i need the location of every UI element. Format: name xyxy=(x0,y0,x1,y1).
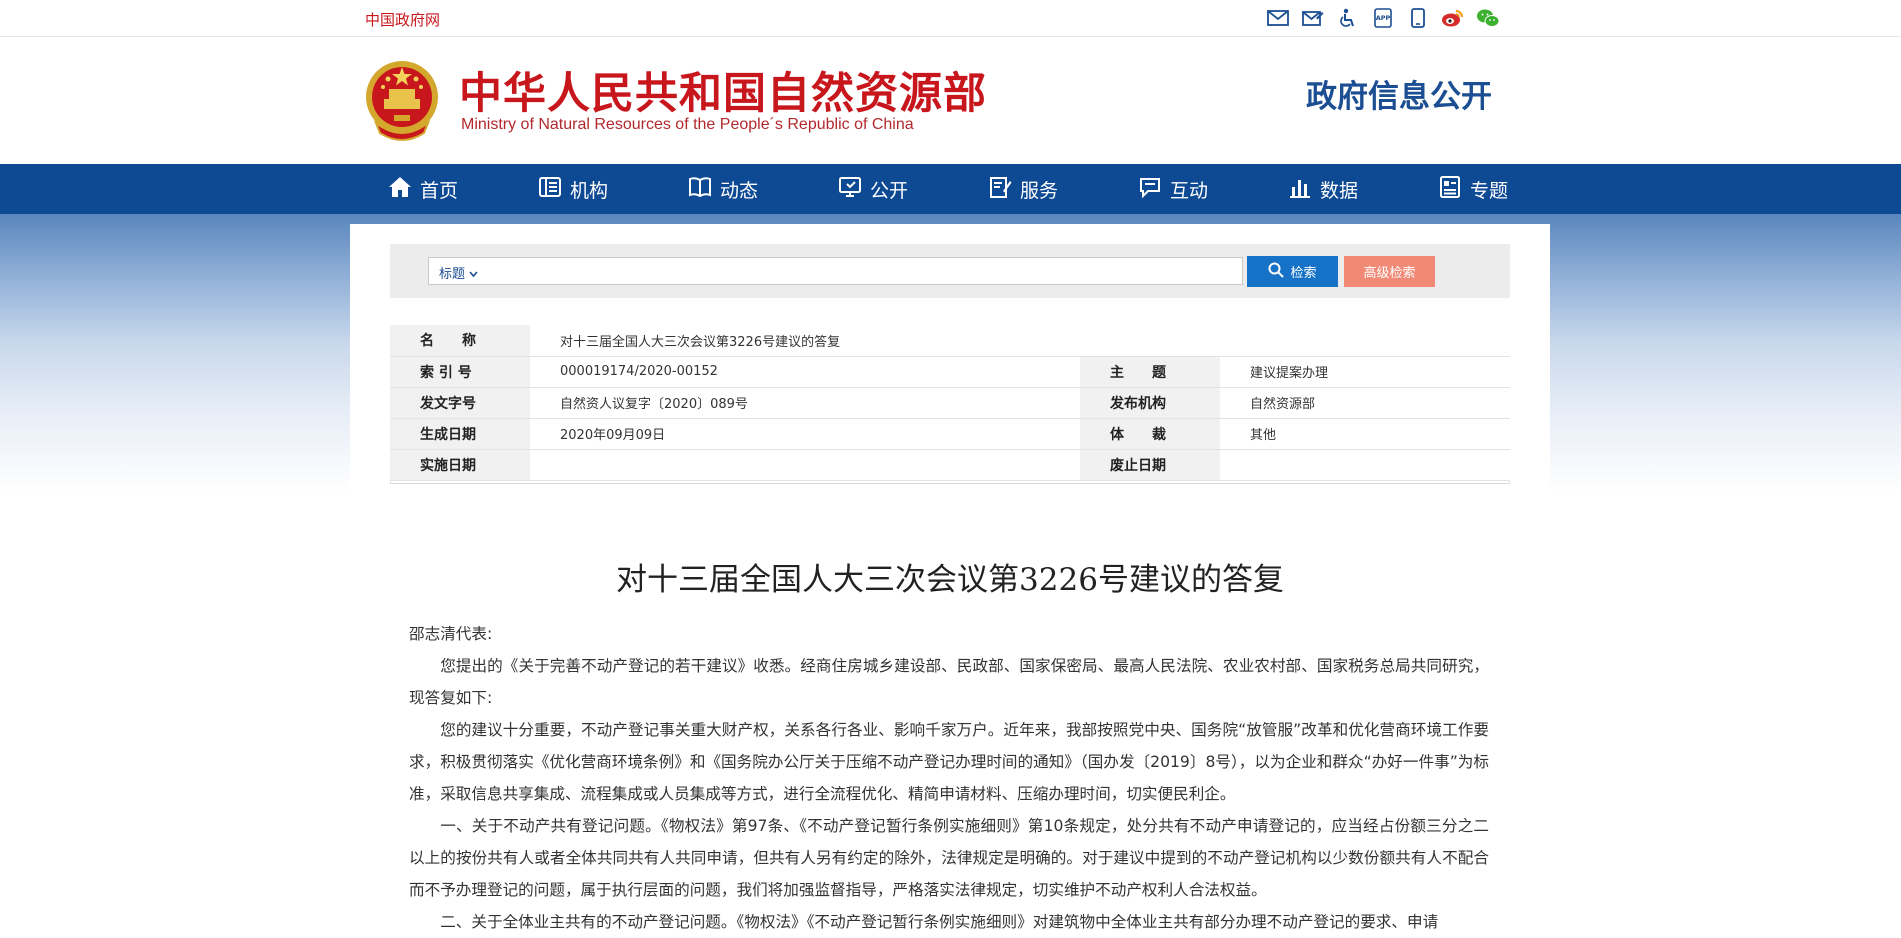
nav-item-org[interactable]: 机构 xyxy=(538,164,608,214)
search-icon xyxy=(1268,262,1285,282)
meta-publisher-label: 发布机构 xyxy=(1080,387,1220,419)
search-button-label: 检索 xyxy=(1290,266,1317,281)
search-type-label: 标题 xyxy=(439,267,466,282)
document-paragraph: 一、关于不动产共有登记问题。《物权法》第97条、《不动产登记暂行条例实施细则》第… xyxy=(409,817,1489,899)
meta-index-label: 索 引 号 xyxy=(390,356,530,388)
search-button[interactable]: 检索 xyxy=(1247,256,1338,287)
nav-item-label: 公开 xyxy=(870,179,909,202)
document-paragraph: 您的建议十分重要，不动产登记事关重大财产权，关系各行各业、影响千家万户。近年来，… xyxy=(409,721,1489,803)
chart-icon xyxy=(1288,175,1312,204)
document-paragraph: 二、关于全体业主共有的不动产登记问题。《物权法》《不动产登记暂行条例实施细则》对… xyxy=(440,913,1439,931)
mobile-icon[interactable] xyxy=(1406,7,1430,29)
document-title: 对十三届全国人大三次会议第3226号建议的答复 xyxy=(616,562,1284,598)
weibo-icon[interactable] xyxy=(1441,7,1465,29)
meta-docno-label: 发文字号 xyxy=(390,387,530,419)
national-emblem-logo[interactable] xyxy=(362,57,442,145)
nav-item-news[interactable]: 动态 xyxy=(688,164,758,214)
wechat-icon[interactable] xyxy=(1476,7,1500,29)
nav-item-service[interactable]: 服务 xyxy=(988,164,1058,214)
search-type-select[interactable]: 标题 xyxy=(439,263,478,282)
meta-index-value: 000019174/2020-00152 xyxy=(530,356,1080,388)
mail-edit-icon[interactable] xyxy=(1301,7,1325,29)
nav-item-label: 互动 xyxy=(1170,179,1209,202)
site-subtitle: Ministry of Natural Resources of the Peo… xyxy=(461,116,914,133)
list-icon xyxy=(1438,175,1462,204)
gov-info-disclosure-title[interactable]: 政府信息公开 xyxy=(1306,71,1492,116)
monitor-icon xyxy=(838,175,862,204)
mail-icon[interactable] xyxy=(1266,7,1290,29)
site-header: 中华人民共和国自然资源部 Ministry of Natural Resourc… xyxy=(0,37,1901,163)
main-nav: 首页 机构 动态 公开 服务 互动 数据 专题 xyxy=(0,164,1901,214)
meta-genre-value: 其他 xyxy=(1220,418,1510,450)
meta-date-label: 生成日期 xyxy=(390,418,530,450)
meta-expire-label: 废止日期 xyxy=(1080,449,1220,481)
org-icon xyxy=(538,175,562,204)
edit-icon xyxy=(988,175,1012,204)
book-icon xyxy=(688,175,712,204)
accessibility-icon[interactable] xyxy=(1336,7,1360,29)
meta-genre-label: 体 裁 xyxy=(1080,418,1220,450)
document-body: 邵志清代表: 您提出的《关于完善不动产登记的若干建议》收悉。经商住房城乡建设部、… xyxy=(409,618,1489,938)
nav-item-label: 动态 xyxy=(720,179,759,202)
meta-expire-value xyxy=(1220,449,1510,481)
nav-item-label: 机构 xyxy=(570,179,609,202)
svg-text:APP: APP xyxy=(1376,14,1391,22)
content-panel: 标题 检索 高级检索 名 称 对十三届全国人大三次会议第3226号建议的答复 索… xyxy=(350,224,1550,934)
meta-docno-value: 自然资人议复字〔2020〕089号 xyxy=(530,387,1080,419)
search-box: 标题 xyxy=(428,257,1243,285)
nav-item-label: 服务 xyxy=(1020,179,1059,202)
meta-date-value: 2020年09月09日 xyxy=(530,418,1080,450)
meta-effective-value xyxy=(530,449,1080,481)
gov-portal-link[interactable]: 中国政府网 xyxy=(365,9,440,30)
advanced-search-button[interactable]: 高级检索 xyxy=(1344,256,1435,287)
search-input[interactable] xyxy=(489,261,1233,283)
top-bar: 中国政府网 APP xyxy=(0,0,1901,37)
meta-publisher-value: 自然资源部 xyxy=(1220,387,1510,419)
nav-item-label: 数据 xyxy=(1320,179,1359,202)
metadata-table: 名 称 对十三届全国人大三次会议第3226号建议的答复 索 引 号 000019… xyxy=(390,325,1510,481)
meta-name-label: 名 称 xyxy=(390,325,530,357)
top-icons: APP xyxy=(1266,7,1500,29)
site-title: 中华人民共和国自然资源部 xyxy=(459,69,987,119)
chevron-down-icon xyxy=(469,267,478,282)
nav-item-public[interactable]: 公开 xyxy=(838,164,908,214)
app-icon[interactable]: APP xyxy=(1371,7,1395,29)
meta-topic-label: 主 题 xyxy=(1080,356,1220,388)
meta-effective-label: 实施日期 xyxy=(390,449,530,481)
nav-item-label: 专题 xyxy=(1470,179,1509,202)
search-bar: 标题 检索 高级检索 xyxy=(390,244,1510,298)
chat-icon xyxy=(1138,175,1162,204)
home-icon xyxy=(388,175,412,204)
document-paragraph: 您提出的《关于完善不动产登记的若干建议》收悉。经商住房城乡建设部、民政部、国家保… xyxy=(409,657,1489,707)
meta-topic-value: 建议提案办理 xyxy=(1220,356,1510,388)
nav-item-interact[interactable]: 互动 xyxy=(1138,164,1208,214)
document-salutation: 邵志清代表: xyxy=(409,625,493,643)
nav-item-data[interactable]: 数据 xyxy=(1288,164,1358,214)
nav-item-label: 首页 xyxy=(420,179,459,202)
nav-item-topic[interactable]: 专题 xyxy=(1438,164,1508,214)
nav-item-home[interactable]: 首页 xyxy=(388,164,458,214)
meta-name-value: 对十三届全国人大三次会议第3226号建议的答复 xyxy=(530,325,1510,357)
